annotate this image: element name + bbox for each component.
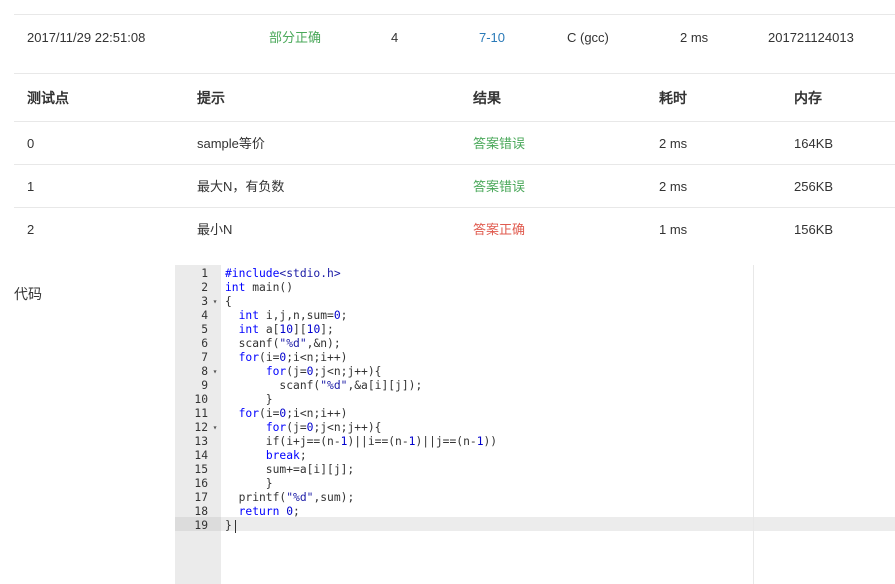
- submission-time: 2017/11/29 22:51:08: [27, 30, 146, 45]
- code-line[interactable]: 7 for(i=0;i<n;i++): [175, 351, 895, 365]
- code-line[interactable]: 12 ▾ for(j=0;j<n;j++){: [175, 421, 895, 435]
- text-cursor: [234, 519, 236, 533]
- code-text: for(j=0;j<n;j++){: [265, 365, 382, 378]
- code-text: }: [225, 393, 273, 406]
- line-number: 15: [194, 463, 208, 476]
- line-number: 19: [194, 519, 208, 532]
- testcase-table-header: 测试点 提示 结果 耗时 内存: [14, 75, 895, 121]
- code-text: printf("%d",sum);: [225, 491, 355, 504]
- divider: [14, 73, 895, 74]
- code-line[interactable]: 10 }: [175, 393, 895, 407]
- line-number: 3: [201, 295, 208, 308]
- code-text: if(i+j==(n-1)||i==(n-1)||j==(n-1)): [225, 435, 498, 448]
- code-text: }: [225, 519, 236, 533]
- line-number: 2: [201, 281, 208, 294]
- header-result: 结果: [473, 90, 501, 106]
- code-text: for(i=0;i<n;i++): [238, 407, 348, 420]
- code-text: scanf("%d",&a[i][j]);: [225, 379, 423, 392]
- line-number: 8: [201, 365, 208, 378]
- case-memory: 164KB: [794, 136, 834, 151]
- code-line[interactable]: 13 if(i+j==(n-1)||i==(n-1)||j==(n-1)): [175, 435, 895, 449]
- fold-arrow-icon[interactable]: ▾: [211, 295, 219, 309]
- code-text: for(i=0;i<n;i++): [238, 351, 348, 364]
- code-line[interactable]: 9 scanf("%d",&a[i][j]);: [175, 379, 895, 393]
- case-result: 答案错误: [473, 179, 526, 194]
- code-line[interactable]: 15 sum+=a[i][j];: [175, 463, 895, 477]
- code-line[interactable]: 2 int main(): [175, 281, 895, 295]
- submission-duration: 2 ms: [680, 30, 709, 45]
- header-hint: 提示: [197, 90, 225, 106]
- submission-user[interactable]: 201721124013: [768, 15, 854, 61]
- case-id: 0: [27, 136, 35, 151]
- code-text: int main(): [225, 281, 294, 294]
- code-line[interactable]: 16 }: [175, 477, 895, 491]
- submission-compiler: C (gcc): [567, 30, 609, 45]
- case-result: 答案错误: [473, 136, 526, 151]
- code-line[interactable]: 6 scanf("%d",&n);: [175, 337, 895, 351]
- code-text: int a[10][10];: [238, 323, 334, 336]
- line-number: 10: [194, 393, 208, 406]
- code-line[interactable]: 11 for(i=0;i<n;i++): [175, 407, 895, 421]
- case-time: 1 ms: [659, 222, 688, 237]
- table-row: 1 最大N，有负数 答案错误 2 ms 256KB: [14, 165, 895, 208]
- code-line[interactable]: 14 break;: [175, 449, 895, 463]
- code-text: #include<stdio.h>: [225, 267, 341, 280]
- code-text: sum+=a[i][j];: [225, 463, 355, 476]
- table-row: 2 最小N 答案正确 1 ms 156KB: [14, 208, 895, 251]
- submission-score: 4: [391, 30, 399, 45]
- code-line[interactable]: 5 int a[10][10];: [175, 323, 895, 337]
- fold-arrow-icon[interactable]: ▾: [211, 365, 219, 379]
- case-time: 2 ms: [659, 136, 688, 151]
- case-result: 答案正确: [473, 222, 526, 237]
- code-line[interactable]: 19}: [175, 519, 895, 533]
- line-number: 12: [194, 421, 208, 434]
- code-line[interactable]: 17 printf("%d",sum);: [175, 491, 895, 505]
- case-id: 1: [27, 179, 35, 194]
- code-line[interactable]: 18 return 0;: [175, 505, 895, 519]
- code-text: }: [225, 477, 273, 490]
- submission-problem-link[interactable]: 7-10: [479, 15, 505, 61]
- code-text: int i,j,n,sum=0;: [238, 309, 348, 322]
- case-memory: 256KB: [794, 179, 834, 194]
- case-hint: 最小N: [197, 222, 233, 237]
- line-number: 6: [201, 337, 208, 350]
- line-number: 1: [201, 267, 208, 280]
- code-text: scanf("%d",&n);: [225, 337, 341, 350]
- line-number: 17: [194, 491, 208, 504]
- code-line[interactable]: 1 #include<stdio.h>: [175, 267, 895, 281]
- submission-row: 2017/11/29 22:51:08 部分正确 4 7-10 C (gcc) …: [14, 15, 895, 61]
- code-line[interactable]: 3 ▾ {: [175, 295, 895, 309]
- fold-arrow-icon[interactable]: ▾: [211, 421, 219, 435]
- code-section-label: 代码: [14, 286, 42, 302]
- submission-status[interactable]: 部分正确: [269, 15, 321, 61]
- header-memory: 内存: [794, 90, 822, 106]
- line-number: 18: [194, 505, 208, 518]
- code-editor[interactable]: 1 #include<stdio.h> 2 int main() 3 ▾{4 int i,…: [175, 265, 895, 584]
- line-number: 16: [194, 477, 208, 490]
- case-memory: 156KB: [794, 222, 834, 237]
- line-number: 4: [201, 309, 208, 322]
- header-time: 耗时: [659, 90, 687, 106]
- case-hint: sample等价: [197, 136, 265, 151]
- code-text: return 0;: [238, 505, 300, 518]
- code-line[interactable]: 8 ▾ for(j=0;j<n;j++){: [175, 365, 895, 379]
- case-id: 2: [27, 222, 35, 237]
- code-text: {: [225, 295, 232, 308]
- case-hint: 最大N，有负数: [197, 179, 285, 194]
- code-text: for(j=0;j<n;j++){: [265, 421, 382, 434]
- case-time: 2 ms: [659, 179, 688, 194]
- line-number: 9: [201, 379, 208, 392]
- line-number: 7: [201, 351, 208, 364]
- table-row: 0 sample等价 答案错误 2 ms 164KB: [14, 122, 895, 165]
- line-number: 11: [194, 407, 208, 420]
- line-number: 5: [201, 323, 208, 336]
- line-number: 13: [194, 435, 208, 448]
- line-number: 14: [194, 449, 208, 462]
- code-line[interactable]: 4 int i,j,n,sum=0;: [175, 309, 895, 323]
- code-text: break;: [265, 449, 307, 462]
- header-case: 测试点: [27, 90, 69, 106]
